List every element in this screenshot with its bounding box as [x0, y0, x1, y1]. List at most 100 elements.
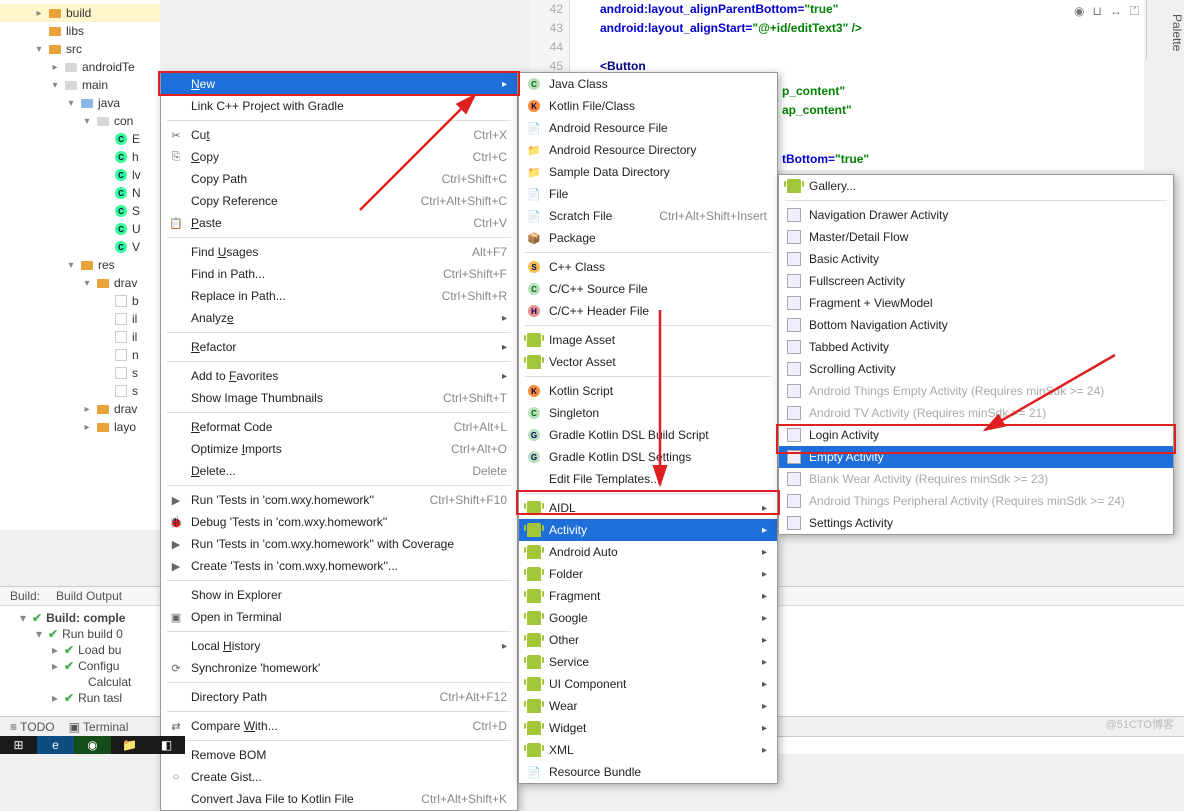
tree-androidtest[interactable]: ▸androidTe: [0, 58, 160, 76]
menu-item[interactable]: SC++ Class: [519, 256, 777, 278]
tree-class-item[interactable]: CE: [0, 130, 160, 148]
menu-item[interactable]: Android TV Activity (Requires minSdk >= …: [779, 402, 1173, 424]
menu-item[interactable]: 🐞Debug 'Tests in 'com.wxy.homework'': [161, 511, 517, 533]
menu-item[interactable]: Tabbed Activity: [779, 336, 1173, 358]
menu-item[interactable]: Add to Favorites▸: [161, 365, 517, 387]
menu-item[interactable]: Replace in Path...Ctrl+Shift+R: [161, 285, 517, 307]
menu-item[interactable]: 📦Package: [519, 227, 777, 249]
menu-item[interactable]: Link C++ Project with Gradle: [161, 95, 517, 117]
menu-item[interactable]: 📁Android Resource Directory: [519, 139, 777, 161]
tree-con[interactable]: ▾con: [0, 112, 160, 130]
windows-start[interactable]: ⊞: [0, 736, 37, 754]
menu-item[interactable]: Master/Detail Flow: [779, 226, 1173, 248]
new-submenu[interactable]: CJava ClassKKotlin File/Class📄Android Re…: [518, 72, 778, 784]
menu-item[interactable]: Copy ReferenceCtrl+Alt+Shift+C: [161, 190, 517, 212]
tree-xml-item[interactable]: s: [0, 382, 160, 400]
menu-item[interactable]: ⇄Compare With...Ctrl+D: [161, 715, 517, 737]
tree-class-item[interactable]: CS: [0, 202, 160, 220]
menu-item[interactable]: Delete...Delete: [161, 460, 517, 482]
menu-item[interactable]: UI Component▸: [519, 673, 777, 695]
menu-item[interactable]: GGradle Kotlin DSL Settings: [519, 446, 777, 468]
tree-class-item[interactable]: Clv: [0, 166, 160, 184]
menu-item[interactable]: Fragment▸: [519, 585, 777, 607]
menu-item[interactable]: ▣Open in Terminal: [161, 606, 517, 628]
menu-item[interactable]: Find in Path...Ctrl+Shift+F: [161, 263, 517, 285]
menu-item[interactable]: Remove BOM: [161, 744, 517, 766]
project-tree[interactable]: ▸build libs ▾src ▸androidTe ▾main ▾java …: [0, 0, 160, 530]
menu-item[interactable]: Blank Wear Activity (Requires minSdk >= …: [779, 468, 1173, 490]
menu-item[interactable]: HC/C++ Header File: [519, 300, 777, 322]
menu-item[interactable]: Reformat CodeCtrl+Alt+L: [161, 416, 517, 438]
menu-item[interactable]: Google▸: [519, 607, 777, 629]
menu-item[interactable]: ⎘CopyCtrl+C: [161, 146, 517, 168]
menu-item[interactable]: Gallery...: [779, 175, 1173, 197]
menu-item[interactable]: Find UsagesAlt+F7: [161, 241, 517, 263]
edge-icon[interactable]: e: [37, 736, 74, 754]
menu-item[interactable]: Android Auto▸: [519, 541, 777, 563]
activity-submenu[interactable]: Gallery... Navigation Drawer ActivityMast…: [778, 174, 1174, 535]
menu-item[interactable]: Analyze▸: [161, 307, 517, 329]
menu-item[interactable]: Directory PathCtrl+Alt+F12: [161, 686, 517, 708]
menu-item[interactable]: New▸: [161, 73, 517, 95]
resize-icon[interactable]: ↔: [1110, 4, 1122, 19]
menu-item[interactable]: AIDL▸: [519, 497, 777, 519]
menu-item[interactable]: Show in Explorer: [161, 584, 517, 606]
menu-item[interactable]: Android Things Peripheral Activity (Requ…: [779, 490, 1173, 512]
menu-item[interactable]: Fullscreen Activity: [779, 270, 1173, 292]
menu-item[interactable]: Fragment + ViewModel: [779, 292, 1173, 314]
menu-item[interactable]: Widget▸: [519, 717, 777, 739]
menu-item[interactable]: Image Asset: [519, 329, 777, 351]
menu-item[interactable]: XML▸: [519, 739, 777, 761]
tree-class-item[interactable]: CU: [0, 220, 160, 238]
menu-item[interactable]: CSingleton: [519, 402, 777, 424]
menu-item[interactable]: Show Image ThumbnailsCtrl+Shift+T: [161, 387, 517, 409]
editor-view-icons[interactable]: ◉ ⊔ ↔ ⏍: [1074, 4, 1139, 19]
tree-class-item[interactable]: CN: [0, 184, 160, 202]
tree-layout[interactable]: ▸layo: [0, 418, 160, 436]
tree-xml-item[interactable]: s: [0, 364, 160, 382]
tree-xml-item[interactable]: il: [0, 328, 160, 346]
tree-class-item[interactable]: CV: [0, 238, 160, 256]
menu-item[interactable]: 📄Scratch FileCtrl+Alt+Shift+Insert: [519, 205, 777, 227]
tree-java[interactable]: ▾java: [0, 94, 160, 112]
menu-item[interactable]: CJava Class: [519, 73, 777, 95]
menu-item[interactable]: Settings Activity: [779, 512, 1173, 534]
folder-icon[interactable]: 📁: [111, 736, 148, 754]
tree-drawable2[interactable]: ▸drav: [0, 400, 160, 418]
menu-item[interactable]: CC/C++ Source File: [519, 278, 777, 300]
menu-item[interactable]: Basic Activity: [779, 248, 1173, 270]
taskbar[interactable]: ⊞ e ◉ 📁 ◧: [0, 736, 185, 754]
menu-item[interactable]: 📋PasteCtrl+V: [161, 212, 517, 234]
menu-item[interactable]: Bottom Navigation Activity: [779, 314, 1173, 336]
app-icon[interactable]: ◧: [148, 736, 185, 754]
menu-item[interactable]: Folder▸: [519, 563, 777, 585]
tree-src[interactable]: ▾src: [0, 40, 160, 58]
tree-res[interactable]: ▾res: [0, 256, 160, 274]
menu-item[interactable]: 📁Sample Data Directory: [519, 161, 777, 183]
menu-item[interactable]: Scrolling Activity: [779, 358, 1173, 380]
menu-item[interactable]: ✂CutCtrl+X: [161, 124, 517, 146]
menu-item[interactable]: KKotlin Script: [519, 380, 777, 402]
menu-item[interactable]: Login Activity: [779, 424, 1173, 446]
terminal-tab[interactable]: ▣ Terminal: [69, 720, 129, 734]
menu-item[interactable]: Navigation Drawer Activity: [779, 204, 1173, 226]
tree-build[interactable]: ▸build: [0, 4, 160, 22]
menu-item[interactable]: 📄File: [519, 183, 777, 205]
preview-icon[interactable]: ◉: [1074, 4, 1084, 19]
menu-item[interactable]: 📄Android Resource File: [519, 117, 777, 139]
menu-item[interactable]: Empty Activity: [779, 446, 1173, 468]
tree-libs[interactable]: libs: [0, 22, 160, 40]
menu-item[interactable]: Convert Java File to Kotlin FileCtrl+Alt…: [161, 788, 517, 810]
menu-item[interactable]: Vector Asset: [519, 351, 777, 373]
menu-item[interactable]: Optimize ImportsCtrl+Alt+O: [161, 438, 517, 460]
menu-item[interactable]: Edit File Templates...: [519, 468, 777, 490]
tree-drawable[interactable]: ▾drav: [0, 274, 160, 292]
menu-item[interactable]: ▶Run 'Tests in 'com.wxy.homework''Ctrl+S…: [161, 489, 517, 511]
tree-main[interactable]: ▾main: [0, 76, 160, 94]
menu-item[interactable]: GGradle Kotlin DSL Build Script: [519, 424, 777, 446]
tree-xml-item[interactable]: b: [0, 292, 160, 310]
menu-item[interactable]: Refactor▸: [161, 336, 517, 358]
tree-class-item[interactable]: Ch: [0, 148, 160, 166]
tree-xml-item[interactable]: n: [0, 346, 160, 364]
menu-item[interactable]: Android Things Empty Activity (Requires …: [779, 380, 1173, 402]
